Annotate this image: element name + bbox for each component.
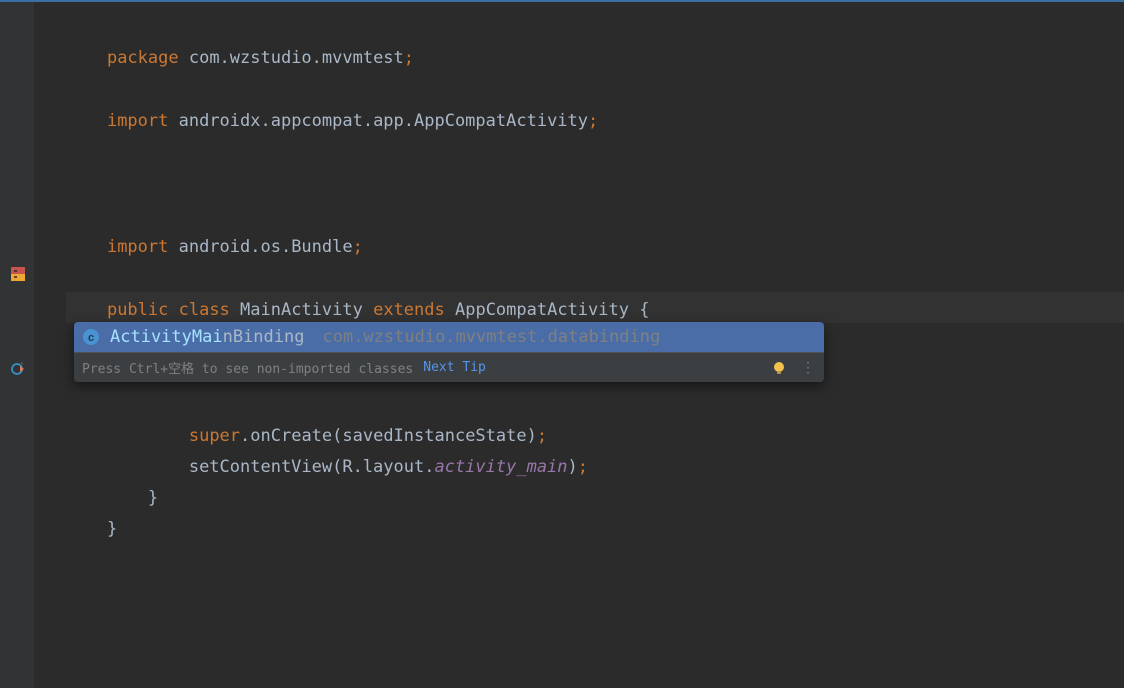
autocomplete-footer: Press Ctrl+空格 to see non-imported classe… — [74, 352, 824, 382]
class-type-icon: c — [82, 328, 100, 346]
autocomplete-rest-text: nBinding — [223, 327, 305, 347]
gutter-fold-column — [48, 2, 66, 688]
gutter-icons-column — [0, 2, 34, 688]
autocomplete-popup: c ActivityMainBinding com.wzstudio.mvvmt… — [74, 322, 824, 382]
code-line[interactable]: } — [66, 483, 1124, 576]
more-options-icon[interactable]: ⋮ — [801, 365, 816, 371]
code-line[interactable]: import androidx.appcompat.app.AppCompatA… — [66, 75, 1124, 168]
next-tip-link[interactable]: Next Tip — [423, 360, 486, 375]
run-override-icon[interactable] — [11, 362, 25, 376]
svg-text:c: c — [88, 332, 94, 344]
lightbulb-icon[interactable] — [771, 360, 787, 376]
autocomplete-match-text: ActivityMai — [110, 327, 223, 347]
class-icon — [11, 267, 25, 281]
footer-hint-text: Press Ctrl+空格 to see non-imported classe… — [82, 358, 413, 377]
autocomplete-item[interactable]: c ActivityMainBinding com.wzstudio.mvvmt… — [74, 322, 824, 352]
autocomplete-package: com.wzstudio.mvvmtest.databinding — [322, 327, 660, 347]
